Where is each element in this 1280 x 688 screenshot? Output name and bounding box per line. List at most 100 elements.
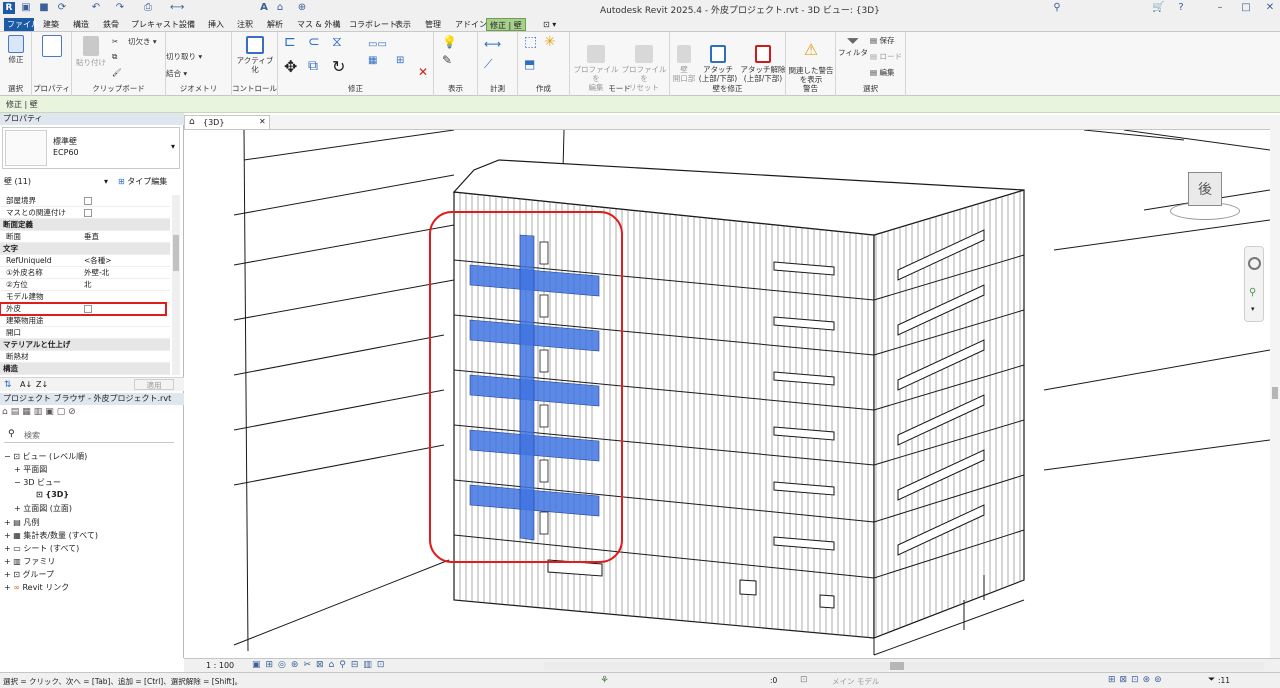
property-row[interactable]: 部屋境界 [0, 195, 170, 207]
property-checkbox[interactable] [84, 209, 92, 217]
override-icon[interactable]: ✎ [442, 54, 452, 66]
attach-button[interactable]: アタッチ (上部/下部) [698, 36, 738, 83]
tab-annotate[interactable]: 注釈 [234, 18, 256, 31]
maximize-icon[interactable]: □ [1240, 2, 1252, 14]
align-icon[interactable]: ⊏ [284, 35, 296, 49]
similar-icon[interactable]: ⬒ [524, 58, 535, 70]
measure-tool-icon[interactable]: ⟷ [484, 38, 501, 50]
cut2-button[interactable]: 切り取り ▾ [166, 52, 202, 61]
tree-views[interactable]: − ⊡ ビュー (レベル順) [4, 451, 87, 462]
scale-label[interactable]: 1 : 100 [206, 661, 234, 670]
tree-sheets[interactable]: + ▭ シート (すべて) [4, 543, 79, 554]
scale-icon[interactable]: ▦ [368, 56, 377, 66]
revit-logo-icon[interactable]: R [3, 2, 15, 14]
steering-wheel-icon[interactable] [1248, 257, 1261, 270]
tree-legends[interactable]: + ▤ 凡例 [4, 517, 39, 528]
apply-button[interactable]: 適用 [134, 379, 174, 390]
tab-structure[interactable]: 構造 [70, 18, 92, 31]
tree-links[interactable]: + ∞ Revit リンク [4, 582, 69, 593]
close-icon[interactable]: ✕ [1264, 2, 1276, 14]
tab-insert[interactable]: 挿入 [205, 18, 227, 31]
binoculars-icon[interactable]: ⚲ [1051, 2, 1063, 14]
tab-architecture[interactable]: 建築 [40, 18, 62, 31]
properties-scrollbar[interactable] [172, 195, 180, 375]
property-checkbox[interactable] [84, 197, 92, 205]
tab-steel[interactable]: 鉄骨 [100, 18, 122, 31]
property-value[interactable]: 外壁-北 [84, 267, 109, 279]
save-icon[interactable]: ■ [38, 2, 50, 14]
view-control-icons[interactable]: ▣⊞◎⊛✂⊠⌂⚲⊟▥⊡ [252, 660, 389, 670]
property-row[interactable]: 断面 垂直 [0, 231, 170, 243]
mirror-icon[interactable]: ⧖ [332, 35, 342, 49]
modify-button[interactable]: 修正 [3, 35, 29, 64]
text-icon[interactable]: A [258, 2, 270, 14]
delete-icon[interactable]: ✕ [418, 66, 428, 78]
scroll-thumb[interactable] [173, 235, 179, 271]
view-cube-face[interactable]: 後 [1188, 172, 1222, 206]
cut-button[interactable]: ✂ [112, 37, 118, 46]
3d-view-icon[interactable]: ⌂ [274, 2, 286, 14]
print-icon[interactable]: ⎙ [142, 2, 154, 14]
create-group-icon[interactable]: ✳ [544, 35, 556, 49]
match-button[interactable]: 🖌 [112, 68, 122, 77]
rotate-icon[interactable]: ↻ [332, 59, 345, 75]
zoom-icon[interactable]: ⚲ [1249, 287, 1256, 298]
property-row[interactable]: モデル建物 [0, 291, 170, 303]
tab-view[interactable]: 表示 [392, 18, 414, 31]
offset-icon[interactable]: ⊂ [308, 35, 320, 49]
edit-selection-button[interactable]: ▤ 編集 [870, 68, 894, 77]
paste-button[interactable]: 貼り付け [76, 36, 106, 67]
array-icon[interactable]: ▭▭ [368, 40, 387, 50]
property-row[interactable]: ②方位 北 [0, 279, 170, 291]
undo-icon[interactable]: ↶ [90, 2, 102, 14]
move-icon[interactable]: ✥ [284, 59, 297, 75]
property-row[interactable]: RefUniqueId <各種> [0, 255, 170, 267]
section-icon[interactable]: ⊕ [296, 2, 308, 14]
wall-opening-button[interactable]: 壁 開口部 [672, 36, 696, 83]
load-selection-button[interactable]: ▤ ロード [870, 52, 902, 61]
save-selection-button[interactable]: ▤ 保存 [870, 36, 894, 45]
cut-geometry-button[interactable]: 切欠き ▾ [128, 37, 157, 46]
tab-systems[interactable]: 設備 [176, 18, 198, 31]
property-value[interactable]: 垂直 [84, 231, 99, 243]
join-button[interactable]: 結合 ▾ [166, 69, 187, 78]
tree-3d-current[interactable]: ⊡ {3D} [36, 490, 69, 499]
tab-modify-wall[interactable]: 修正 | 壁 [486, 18, 526, 31]
pin-icon[interactable]: ⊞ [396, 56, 404, 66]
detach-button[interactable]: アタッチ解除 (上部/下部) [740, 36, 786, 83]
design-option-icon[interactable]: ⊡ [800, 675, 808, 685]
property-value[interactable]: <各種> [84, 255, 112, 267]
help-icon[interactable]: ? [1175, 2, 1187, 14]
horizontal-scrollbar[interactable] [544, 662, 1264, 670]
search-input[interactable]: 検索 [24, 430, 40, 441]
tab-precast[interactable]: プレキャスト [128, 18, 182, 31]
view-tab[interactable]: ⌂ {3D} ✕ [184, 115, 270, 129]
filter-icon[interactable]: ⏷ [1208, 675, 1215, 685]
property-row[interactable]: ①外皮名称 外壁-北 [0, 267, 170, 279]
filter-button[interactable]: ⏷ フィルタ [838, 33, 868, 58]
property-value[interactable]: 北 [84, 279, 92, 291]
tree-schedules[interactable]: + ▦ 集計表/数量 (すべて) [4, 530, 98, 541]
sort-icon[interactable]: ⇅ [4, 380, 12, 390]
open-icon[interactable]: ▣ [20, 2, 32, 14]
activate-button[interactable]: アクティブ化 [234, 36, 276, 74]
close-tab-icon[interactable]: ✕ [259, 117, 266, 126]
redo-icon[interactable]: ↷ [114, 2, 126, 14]
tab-analyze[interactable]: 解析 [264, 18, 286, 31]
tab-manage[interactable]: 管理 [422, 18, 444, 31]
building-model[interactable] [184, 130, 1270, 659]
show-warnings-button[interactable]: ⚠ 関連した警告 を表示 [788, 36, 834, 85]
search-box[interactable]: ⚲ 検索 [4, 429, 174, 443]
property-row[interactable]: 断熱材 [0, 351, 170, 363]
main-model-label[interactable]: メイン モデル [832, 676, 879, 687]
worksets-icon[interactable]: ⚘ [600, 675, 609, 686]
3d-view-canvas[interactable]: 後 ⚲ ▾ [184, 129, 1270, 658]
scroll-thumb[interactable] [1272, 387, 1278, 399]
sort-az-icon[interactable]: A↓ [20, 380, 32, 389]
scroll-thumb[interactable] [890, 662, 904, 670]
property-row[interactable]: マスとの関連付け [0, 207, 170, 219]
copy-element-icon[interactable]: ⧉ [308, 59, 318, 73]
type-selector[interactable]: 標準壁 ECP60 ▾ [2, 127, 180, 169]
property-row[interactable]: 開口 [0, 327, 170, 339]
tab-file[interactable]: ファイル [4, 18, 39, 31]
